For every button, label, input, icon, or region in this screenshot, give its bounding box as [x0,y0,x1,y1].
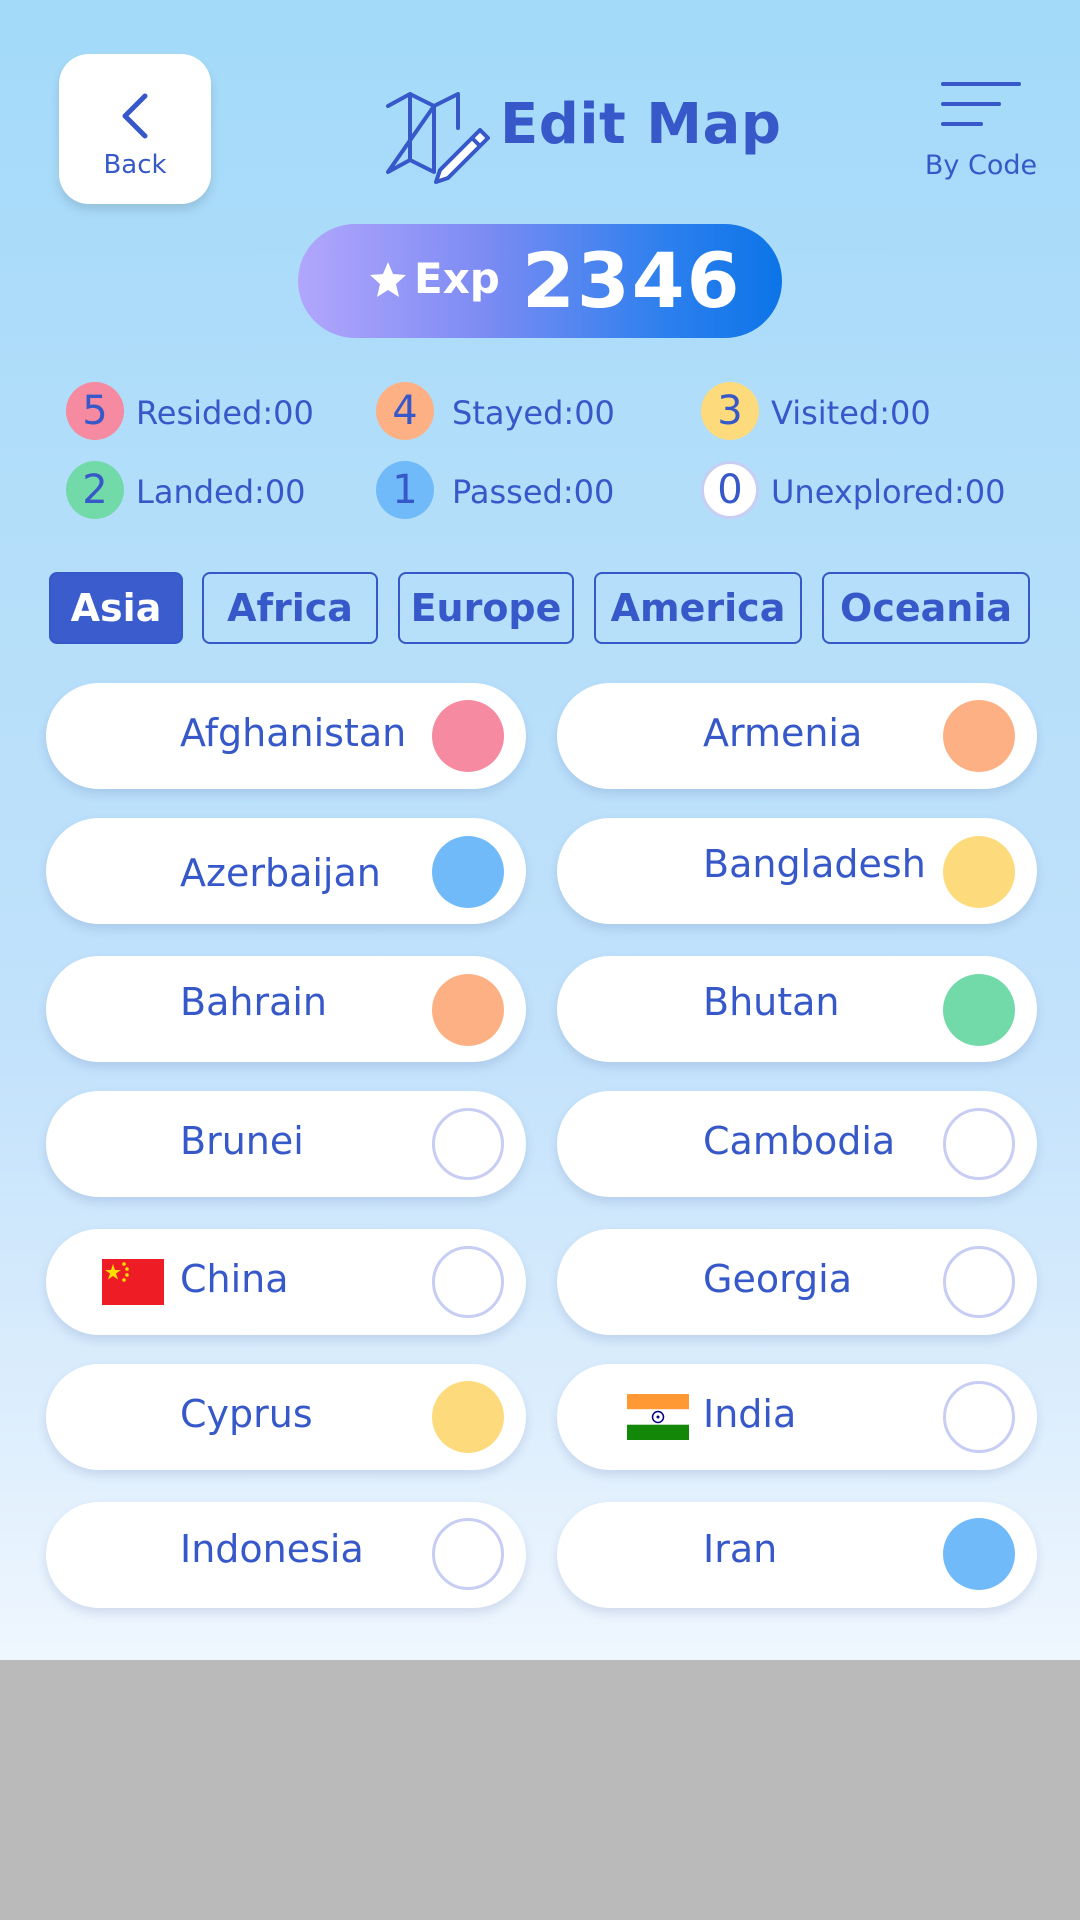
country-name: Cambodia [703,1119,896,1163]
country-card[interactable]: Georgia [557,1229,1037,1335]
edit-map-screen: Back Edit Map By Code Exp 2346 5 Resided… [0,0,1080,1660]
country-card[interactable]: Iran [557,1502,1037,1608]
country-card[interactable]: Bangladesh [557,818,1037,924]
legend-label: Visited:00 [771,394,931,432]
star-icon [370,262,406,297]
level-indicator[interactable] [432,1108,504,1180]
level-indicator[interactable] [943,1518,1015,1590]
country-card[interactable]: Azerbaijan [46,818,526,924]
tab-oceania[interactable]: Oceania [822,572,1030,644]
country-name: Bhutan [703,980,840,1024]
level-5-badge: 5 [66,382,124,440]
menu-icon [941,82,1021,126]
level-2-badge: 2 [66,461,124,519]
exp-label: Exp [414,254,500,303]
tab-africa[interactable]: Africa [202,572,378,644]
legend-label: Landed:00 [136,473,306,511]
level-indicator[interactable] [943,974,1015,1046]
level-indicator[interactable] [432,700,504,772]
level-indicator[interactable] [432,1381,504,1453]
country-name: Azerbaijan [180,851,381,895]
country-name: China [180,1257,289,1301]
level-indicator[interactable] [943,1381,1015,1453]
level-indicator[interactable] [432,1246,504,1318]
country-name: Indonesia [180,1527,364,1571]
exp-value: 2346 [522,236,742,325]
level-indicator[interactable] [432,1518,504,1590]
by-code-label: By Code [924,150,1038,181]
country-name: Bangladesh [703,842,926,886]
page-title: Edit Map [500,92,782,157]
bottom-empty-area [0,1660,1080,1920]
legend-label: Stayed:00 [452,394,615,432]
country-name: Afghanistan [180,711,407,755]
level-indicator[interactable] [943,1108,1015,1180]
country-card[interactable]: Cambodia [557,1091,1037,1197]
level-indicator[interactable] [432,836,504,908]
level-1-badge: 1 [376,461,434,519]
legend-label: Unexplored:00 [771,473,1006,511]
country-name: India [703,1392,797,1436]
country-card[interactable]: Indonesia [46,1502,526,1608]
legend-label: Passed:00 [452,473,615,511]
level-4-badge: 4 [376,382,434,440]
level-indicator[interactable] [943,700,1015,772]
tab-america[interactable]: America [594,572,802,644]
legend-label: Resided:00 [136,394,314,432]
country-card[interactable]: India [557,1364,1037,1470]
country-card[interactable]: Bhutan [557,956,1037,1062]
back-label: Back [103,150,167,180]
map-edit-icon [386,92,490,184]
level-indicator[interactable] [432,974,504,1046]
india-flag-icon [627,1394,689,1440]
chevron-left-icon [122,93,148,139]
by-code-button[interactable]: By Code [920,72,1042,192]
country-name: Iran [703,1527,778,1571]
china-flag-icon [102,1259,164,1305]
back-button[interactable]: Back [59,54,211,204]
tab-europe[interactable]: Europe [398,572,574,644]
country-card[interactable]: Brunei [46,1091,526,1197]
level-0-badge: 0 [701,461,759,519]
country-card[interactable]: Armenia [557,683,1037,789]
country-card[interactable]: Bahrain [46,956,526,1062]
country-name: Armenia [703,711,863,755]
level-indicator[interactable] [943,1246,1015,1318]
level-3-badge: 3 [701,382,759,440]
country-name: Bahrain [180,980,327,1024]
country-card[interactable]: Afghanistan [46,683,526,789]
country-name: Brunei [180,1119,304,1163]
country-card[interactable]: Cyprus [46,1364,526,1470]
country-name: Cyprus [180,1392,313,1436]
tab-asia[interactable]: Asia [49,572,183,644]
country-card[interactable]: China [46,1229,526,1335]
level-indicator[interactable] [943,836,1015,908]
country-name: Georgia [703,1257,852,1301]
exp-badge: Exp 2346 [298,224,782,338]
